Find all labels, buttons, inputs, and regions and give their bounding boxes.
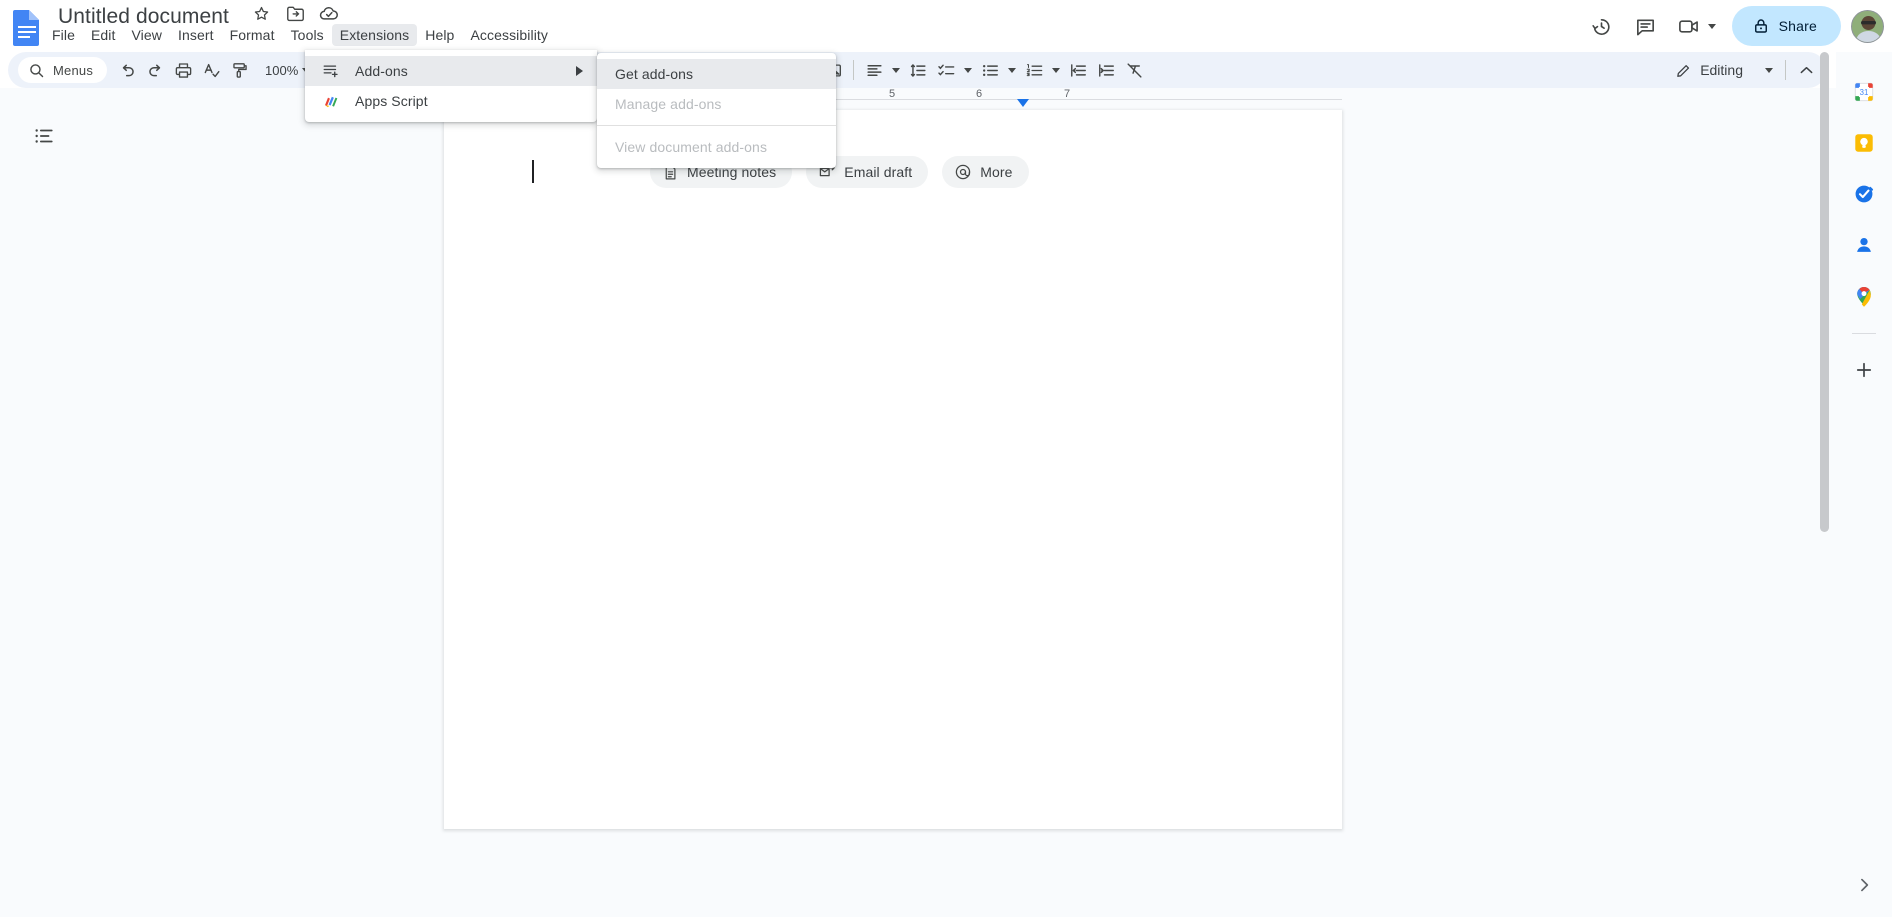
- google-maps-icon[interactable]: [1846, 278, 1882, 314]
- star-icon[interactable]: [250, 2, 272, 24]
- pencil-icon: [1675, 62, 1692, 79]
- cloud-saved-icon[interactable]: [318, 2, 340, 24]
- user-avatar[interactable]: [1851, 9, 1884, 43]
- google-keep-icon[interactable]: [1846, 125, 1882, 161]
- document-page[interactable]: Meeting notes Email draft More: [444, 110, 1342, 829]
- menu-item-label: Apps Script: [355, 93, 428, 109]
- side-panel: 31: [1836, 52, 1892, 917]
- search-icon: [28, 62, 45, 79]
- menu-item-label: Add-ons: [355, 63, 408, 79]
- comment-icon[interactable]: [1626, 6, 1666, 46]
- line-spacing-button[interactable]: [904, 56, 932, 84]
- menu-tools[interactable]: Tools: [283, 24, 332, 46]
- share-label: Share: [1778, 18, 1817, 34]
- toolbar-divider-2: [853, 60, 855, 80]
- title-action-icons: [250, 2, 340, 24]
- decrease-indent-button[interactable]: [1064, 56, 1092, 84]
- menu-extensions[interactable]: Extensions: [331, 24, 418, 46]
- bulleted-list-button[interactable]: [976, 56, 1004, 84]
- show-outline-button[interactable]: [28, 120, 60, 152]
- chevron-down-icon: [1765, 67, 1773, 73]
- toolbar-wrapper: Menus 100% Editing: [0, 52, 1892, 88]
- apps-script-icon: [321, 92, 341, 110]
- expand-side-panel-button[interactable]: [1846, 867, 1882, 903]
- chip-more[interactable]: More: [942, 156, 1029, 188]
- numbered-list-button[interactable]: [1020, 56, 1048, 84]
- numbered-list-dropdown[interactable]: [1048, 56, 1064, 84]
- meet-camera-icon[interactable]: [1670, 6, 1710, 46]
- right-indent-marker[interactable]: [1017, 99, 1029, 107]
- chevron-down-icon: [892, 67, 901, 73]
- docs-logo-icon[interactable]: [10, 8, 44, 46]
- move-to-folder-icon[interactable]: [284, 2, 306, 24]
- header-right-actions: Share: [1582, 0, 1884, 52]
- submenu-separator: [597, 125, 836, 126]
- svg-text:31: 31: [1860, 88, 1869, 97]
- chip-label: Email draft: [844, 164, 913, 180]
- menu-bar: File Edit View Insert Format Tools Exten…: [44, 24, 556, 46]
- chevron-down-icon: [1052, 67, 1061, 73]
- addons-icon: [321, 62, 341, 80]
- submenu-item-label: View document add-ons: [615, 139, 768, 155]
- submenu-item-view-document-addons: View document add-ons: [597, 132, 836, 162]
- redo-button[interactable]: [141, 56, 169, 84]
- menu-insert[interactable]: Insert: [170, 24, 222, 46]
- align-button[interactable]: [860, 56, 888, 84]
- ruler-number-7: 7: [1063, 88, 1071, 100]
- menu-item-apps-script[interactable]: Apps Script: [305, 86, 597, 116]
- submenu-item-label: Get add-ons: [615, 66, 694, 82]
- collapse-toolbar-button[interactable]: [1792, 56, 1820, 84]
- extensions-menu-popup: Add-ons Apps Script: [305, 50, 597, 122]
- menu-item-add-ons[interactable]: Add-ons: [305, 56, 597, 86]
- bulleted-list-dropdown[interactable]: [1004, 56, 1020, 84]
- menu-file[interactable]: File: [44, 24, 83, 46]
- main-toolbar: Menus 100% Editing: [8, 52, 1826, 88]
- zoom-level-label: 100%: [265, 62, 299, 78]
- increase-indent-button[interactable]: [1092, 56, 1120, 84]
- google-calendar-icon[interactable]: 31: [1846, 74, 1882, 110]
- ruler-number-5: 5: [888, 88, 896, 100]
- addons-submenu-popup: Get add-ons Manage add-ons View document…: [597, 53, 836, 168]
- top-bar: Untitled document File Edit View Insert …: [0, 0, 1892, 52]
- chevron-down-icon[interactable]: [1707, 23, 1716, 29]
- paint-format-button[interactable]: [225, 56, 253, 84]
- vertical-scrollbar-thumb[interactable]: [1820, 52, 1829, 532]
- at-sign-icon: [954, 163, 972, 181]
- menu-help[interactable]: Help: [417, 24, 462, 46]
- meet-call-button[interactable]: [1670, 6, 1720, 46]
- version-history-icon[interactable]: [1582, 6, 1622, 46]
- get-addons-plus-icon[interactable]: [1846, 352, 1882, 388]
- clear-formatting-button[interactable]: [1120, 56, 1148, 84]
- google-contacts-icon[interactable]: [1846, 227, 1882, 263]
- editing-mode-label: Editing: [1700, 62, 1743, 78]
- checklist-dropdown[interactable]: [960, 56, 976, 84]
- editing-mode-button[interactable]: Editing: [1665, 56, 1779, 84]
- submenu-arrow-icon: [576, 66, 583, 76]
- lock-icon: [1752, 17, 1770, 35]
- chevron-down-icon: [1008, 67, 1017, 73]
- menu-view[interactable]: View: [124, 24, 171, 46]
- align-dropdown[interactable]: [888, 56, 904, 84]
- undo-button[interactable]: [113, 56, 141, 84]
- share-button[interactable]: Share: [1731, 6, 1841, 46]
- print-button[interactable]: [169, 56, 197, 84]
- toolbar-divider-3: [1785, 60, 1786, 80]
- ruler-number-6: 6: [975, 88, 983, 100]
- menu-accessibility[interactable]: Accessibility: [462, 24, 556, 46]
- chevron-down-icon: [964, 67, 973, 73]
- menu-edit[interactable]: Edit: [83, 24, 124, 46]
- text-cursor: [532, 160, 534, 183]
- google-tasks-icon[interactable]: [1846, 176, 1882, 212]
- checklist-button[interactable]: [932, 56, 960, 84]
- submenu-item-label: Manage add-ons: [615, 96, 722, 112]
- search-menus-button[interactable]: Menus: [18, 57, 108, 83]
- submenu-item-manage-addons: Manage add-ons: [597, 89, 836, 119]
- submenu-item-get-addons[interactable]: Get add-ons: [597, 59, 836, 89]
- spelling-check-button[interactable]: [197, 56, 225, 84]
- menu-format[interactable]: Format: [222, 24, 283, 46]
- search-menus-label: Menus: [53, 62, 94, 78]
- side-panel-divider: [1852, 333, 1876, 334]
- chip-label: More: [980, 164, 1013, 180]
